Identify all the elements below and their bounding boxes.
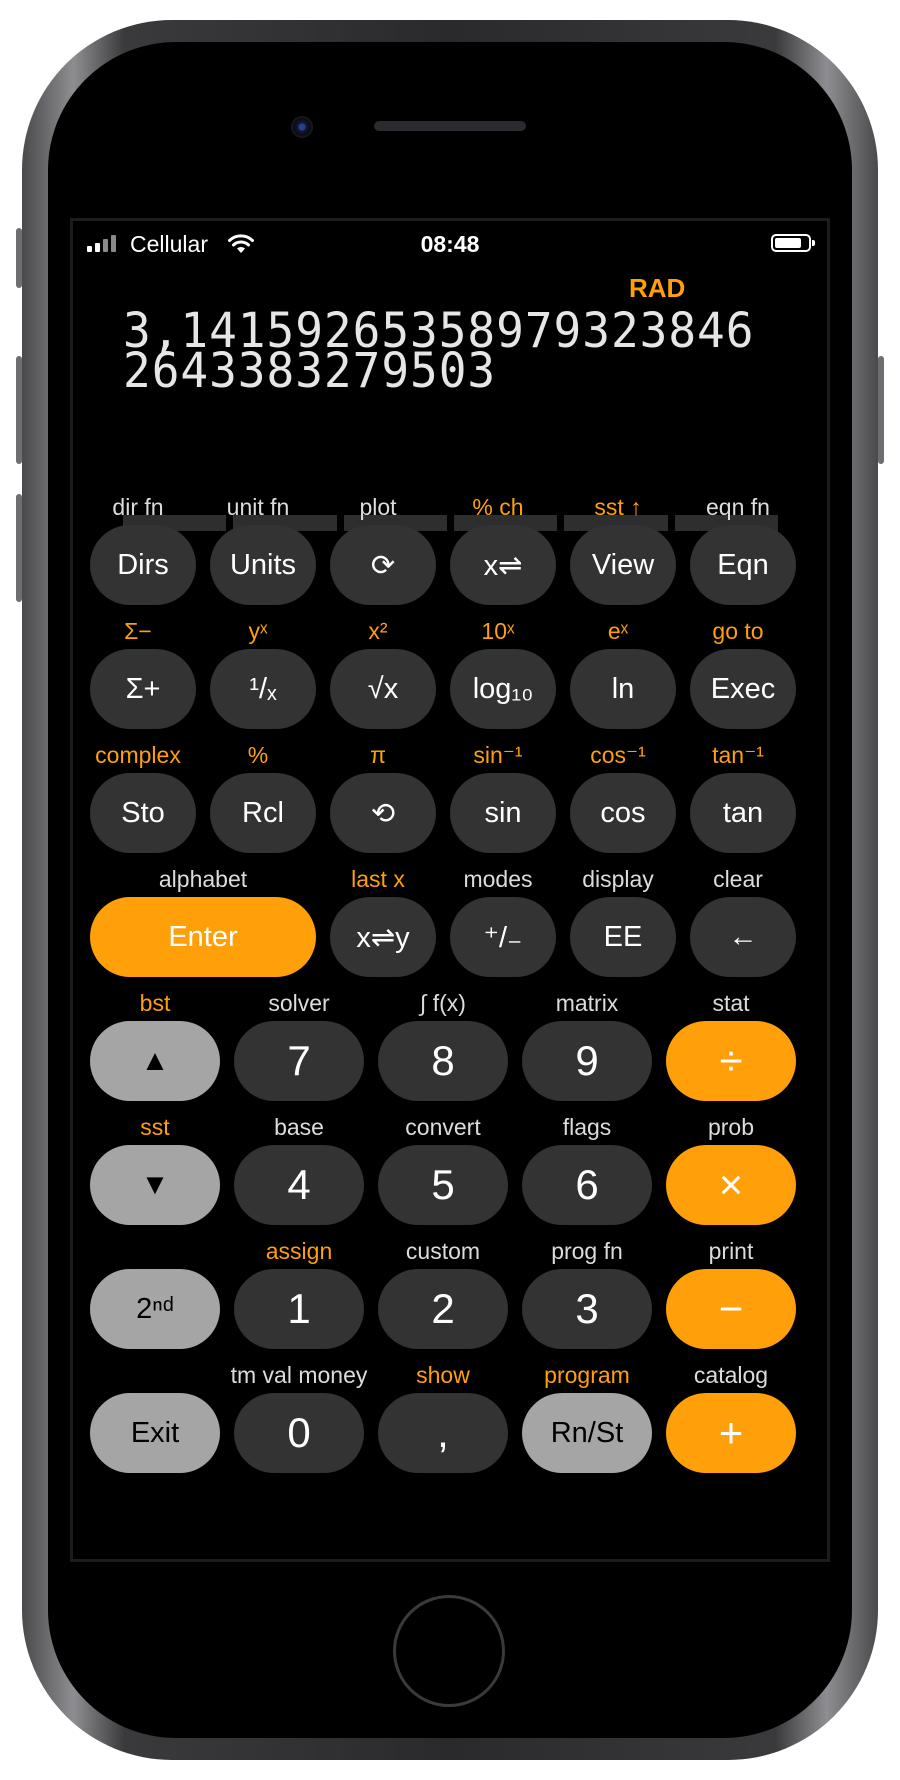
label-show: show bbox=[416, 1362, 470, 1388]
status-time: 08:48 bbox=[420, 231, 480, 257]
power-button bbox=[878, 356, 884, 464]
up-arrow-key[interactable]: ▲ bbox=[90, 1021, 220, 1101]
mute-switch bbox=[16, 228, 22, 288]
label-last-x: last x bbox=[351, 866, 405, 892]
earpiece-speaker bbox=[374, 121, 526, 131]
digit-3-key[interactable]: 3 bbox=[522, 1269, 652, 1349]
view-key[interactable]: View bbox=[570, 525, 676, 605]
decimal-comma-key[interactable]: , bbox=[378, 1393, 508, 1473]
label-dir-fn: dir fn bbox=[112, 494, 164, 520]
digit-7-key[interactable]: 7 bbox=[234, 1021, 364, 1101]
label-integral: ∫ f(x) bbox=[420, 990, 466, 1016]
label-flags: flags bbox=[562, 1114, 612, 1140]
label-prog-fn: prog fn bbox=[551, 1238, 623, 1264]
sin-key[interactable]: sin bbox=[450, 773, 556, 853]
sto-key[interactable]: Sto bbox=[90, 773, 196, 853]
add-key[interactable]: + bbox=[666, 1393, 796, 1473]
label-unit-fn: unit fn bbox=[226, 494, 290, 520]
label-solver: solver bbox=[268, 990, 330, 1016]
sigma-plus-key[interactable]: Σ+ bbox=[90, 649, 196, 729]
exec-key[interactable]: Exec bbox=[690, 649, 796, 729]
calculator-screen: Cellular 08:48 RAD 3,1415926535897932384… bbox=[70, 218, 830, 1562]
home-button[interactable] bbox=[393, 1595, 505, 1707]
label-percent-change: % ch bbox=[472, 494, 524, 520]
label-arctan: tan⁻¹ bbox=[712, 742, 764, 768]
label-complex: complex bbox=[95, 742, 181, 768]
ee-key[interactable]: EE bbox=[570, 897, 676, 977]
label-prob: prob bbox=[707, 1114, 755, 1140]
label-e-power-x: eˣ bbox=[607, 618, 629, 644]
label-modes: modes bbox=[463, 866, 533, 892]
x-swap-y-key[interactable]: x⇌y bbox=[330, 897, 436, 977]
rotate-key[interactable]: ⟳ bbox=[330, 525, 436, 605]
status-bar: Cellular 08:48 bbox=[73, 221, 827, 267]
front-camera bbox=[291, 116, 313, 138]
label-sst-up: sst ↑ bbox=[594, 494, 642, 520]
label-percent: % bbox=[247, 742, 269, 768]
units-key[interactable]: Units bbox=[210, 525, 316, 605]
down-arrow-key[interactable]: ▼ bbox=[90, 1145, 220, 1225]
label-bst: bst bbox=[139, 990, 171, 1016]
digit-1-key[interactable]: 1 bbox=[234, 1269, 364, 1349]
label-clear: clear bbox=[713, 866, 763, 892]
multiply-key[interactable]: × bbox=[666, 1145, 796, 1225]
label-sst: sst bbox=[140, 1114, 170, 1140]
label-matrix: matrix bbox=[555, 990, 619, 1016]
backspace-key[interactable]: ← bbox=[690, 897, 796, 977]
label-display: display bbox=[582, 866, 654, 892]
angle-mode-indicator: RAD bbox=[629, 273, 686, 303]
digit-4-key[interactable]: 4 bbox=[234, 1145, 364, 1225]
digit-5-key[interactable]: 5 bbox=[378, 1145, 508, 1225]
eqn-key[interactable]: Eqn bbox=[690, 525, 796, 605]
label-catalog: catalog bbox=[693, 1362, 769, 1388]
label-eqn-fn: eqn fn bbox=[706, 494, 770, 520]
reciprocal-key[interactable]: ¹/ₓ bbox=[210, 649, 316, 729]
label-convert: convert bbox=[405, 1114, 481, 1140]
tan-key[interactable]: tan bbox=[690, 773, 796, 853]
rotate-down-key[interactable]: ⟲ bbox=[330, 773, 436, 853]
lcd-display: 3,14159265358979323846 2643383279503 bbox=[123, 307, 753, 395]
label-y-power-x: yˣ bbox=[248, 618, 268, 644]
sqrt-key[interactable]: √x bbox=[330, 649, 436, 729]
digit-9-key[interactable]: 9 bbox=[522, 1021, 652, 1101]
label-sigma-minus: Σ− bbox=[124, 618, 152, 644]
digit-0-key[interactable]: 0 bbox=[234, 1393, 364, 1473]
label-program: program bbox=[544, 1362, 630, 1388]
label-base: base bbox=[274, 1114, 324, 1140]
volume-down-button bbox=[16, 494, 22, 602]
digit-6-key[interactable]: 6 bbox=[522, 1145, 652, 1225]
battery-icon bbox=[771, 234, 815, 252]
label-custom: custom bbox=[405, 1238, 481, 1264]
label-x-squared: x² bbox=[368, 618, 388, 644]
label-print: print bbox=[708, 1238, 754, 1264]
label-ten-power-x: 10ˣ bbox=[481, 618, 515, 644]
rcl-key[interactable]: Rcl bbox=[210, 773, 316, 853]
digit-2-key[interactable]: 2 bbox=[378, 1269, 508, 1349]
label-plot: plot bbox=[359, 494, 397, 520]
label-tm-val-money: tm val money bbox=[230, 1362, 368, 1388]
second-function-key[interactable]: 2ⁿᵈ bbox=[90, 1269, 220, 1349]
label-arccos: cos⁻¹ bbox=[590, 742, 646, 768]
lcd-line-2: 2643383279503 bbox=[123, 343, 497, 399]
label-arcsin: sin⁻¹ bbox=[473, 742, 523, 768]
dirs-key[interactable]: Dirs bbox=[90, 525, 196, 605]
digit-8-key[interactable]: 8 bbox=[378, 1021, 508, 1101]
exit-key[interactable]: Exit bbox=[90, 1393, 220, 1473]
cos-key[interactable]: cos bbox=[570, 773, 676, 853]
volume-up-button bbox=[16, 356, 22, 464]
run-stop-key[interactable]: Rn/St bbox=[522, 1393, 652, 1473]
enter-key[interactable]: Enter bbox=[90, 897, 316, 977]
label-pi: π bbox=[370, 742, 386, 768]
ln-key[interactable]: ln bbox=[570, 649, 676, 729]
divide-key[interactable]: ÷ bbox=[666, 1021, 796, 1101]
label-go-to: go to bbox=[712, 618, 764, 644]
label-assign: assign bbox=[265, 1238, 333, 1264]
log10-key[interactable]: log₁₀ bbox=[450, 649, 556, 729]
change-sign-key[interactable]: ⁺/₋ bbox=[450, 897, 556, 977]
label-alphabet: alphabet bbox=[158, 866, 248, 892]
x-swap-key[interactable]: x⇌ bbox=[450, 525, 556, 605]
label-stat: stat bbox=[712, 990, 750, 1016]
subtract-key[interactable]: − bbox=[666, 1269, 796, 1349]
